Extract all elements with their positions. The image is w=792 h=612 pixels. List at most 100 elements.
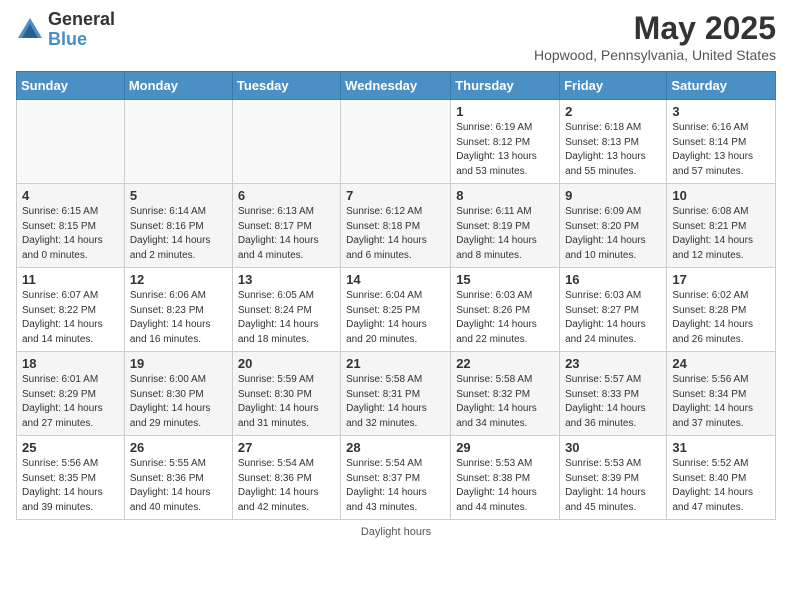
day-info: Sunrise: 6:00 AMSunset: 8:30 PMDaylight:…	[130, 373, 227, 431]
day-number: 30	[565, 440, 661, 455]
calendar-cell: 20Sunrise: 5:59 AMSunset: 8:30 PMDayligh…	[232, 352, 340, 436]
day-info: Sunrise: 6:11 AMSunset: 8:19 PMDaylight:…	[456, 205, 554, 263]
column-header-sunday: Sunday	[17, 72, 125, 100]
calendar-cell: 1Sunrise: 6:19 AMSunset: 8:12 PMDaylight…	[451, 100, 560, 184]
day-info: Sunrise: 6:08 AMSunset: 8:21 PMDaylight:…	[672, 205, 770, 263]
day-info: Sunrise: 6:09 AMSunset: 8:20 PMDaylight:…	[565, 205, 661, 263]
calendar-cell: 11 Sunrise: 6:07 AMSunset: 8:22 PMDayligh…	[17, 268, 125, 352]
day-number: 18	[22, 356, 119, 371]
calendar-cell	[17, 100, 125, 184]
day-number: 13	[238, 272, 335, 287]
day-number: 10	[672, 188, 770, 203]
calendar-cell: 12 Sunrise: 6:06 AMSunset: 8:23 PMDayligh…	[124, 268, 232, 352]
day-info: Sunrise: 6:04 AMSunset: 8:25 PMDaylight:…	[346, 289, 445, 347]
day-info: Sunrise: 6:07 AMSunset: 8:22 PMDaylight:…	[22, 289, 119, 347]
column-header-thursday: Thursday	[451, 72, 560, 100]
logo-line1: General	[48, 10, 115, 30]
day-info: Sunrise: 5:58 AMSunset: 8:32 PMDaylight:…	[456, 373, 554, 431]
calendar-cell: 8 Sunrise: 6:11 AMSunset: 8:19 PMDaylight…	[451, 184, 560, 268]
calendar-week-2: 4 Sunrise: 6:15 AMSunset: 8:15 PMDaylight…	[17, 184, 776, 268]
calendar-week-4: 18 Sunrise: 6:01 AMSunset: 8:29 PMDayligh…	[17, 352, 776, 436]
day-info: Sunrise: 5:53 AMSunset: 8:39 PMDaylight:…	[565, 457, 661, 515]
day-info: Sunrise: 6:03 AMSunset: 8:27 PMDaylight:…	[565, 289, 661, 347]
day-number: 21	[346, 356, 445, 371]
day-number: 11	[22, 272, 119, 287]
calendar-cell: 19 Sunrise: 6:00 AMSunset: 8:30 PMDayligh…	[124, 352, 232, 436]
logo-text: General Blue	[48, 10, 115, 50]
day-info: Sunrise: 5:54 AMSunset: 8:37 PMDaylight:…	[346, 457, 445, 515]
calendar-cell: 29Sunrise: 5:53 AMSunset: 8:38 PMDayligh…	[451, 436, 560, 520]
calendar-cell: 15Sunrise: 6:03 AMSunset: 8:26 PMDayligh…	[451, 268, 560, 352]
day-number: 24	[672, 356, 770, 371]
day-number: 7	[346, 188, 445, 203]
logo: General Blue	[16, 10, 115, 50]
day-number: 5	[130, 188, 227, 203]
day-number: 23	[565, 356, 661, 371]
footer-note: Daylight hours	[16, 526, 776, 538]
calendar-cell: 30 Sunrise: 5:53 AMSunset: 8:39 PMDayligh…	[560, 436, 667, 520]
day-info: Sunrise: 5:56 AMSunset: 8:35 PMDaylight:…	[22, 457, 119, 515]
page: General Blue May 2025 Hopwood, Pennsylva…	[0, 0, 792, 554]
calendar-cell: 4 Sunrise: 6:15 AMSunset: 8:15 PMDaylight…	[17, 184, 125, 268]
column-header-wednesday: Wednesday	[341, 72, 451, 100]
day-info: Sunrise: 6:14 AMSunset: 8:16 PMDaylight:…	[130, 205, 227, 263]
day-number: 26	[130, 440, 227, 455]
calendar-week-3: 11 Sunrise: 6:07 AMSunset: 8:22 PMDayligh…	[17, 268, 776, 352]
title-block: May 2025 Hopwood, Pennsylvania, United S…	[534, 10, 776, 63]
day-number: 9	[565, 188, 661, 203]
calendar-cell: 3Sunrise: 6:16 AMSunset: 8:14 PMDaylight…	[667, 100, 776, 184]
calendar-cell: 2Sunrise: 6:18 AMSunset: 8:13 PMDaylight…	[560, 100, 667, 184]
calendar-cell	[124, 100, 232, 184]
day-info: Sunrise: 5:52 AMSunset: 8:40 PMDaylight:…	[672, 457, 770, 515]
calendar-cell: 16 Sunrise: 6:03 AMSunset: 8:27 PMDayligh…	[560, 268, 667, 352]
calendar-cell: 24 Sunrise: 5:56 AMSunset: 8:34 PMDayligh…	[667, 352, 776, 436]
calendar-cell: 18 Sunrise: 6:01 AMSunset: 8:29 PMDayligh…	[17, 352, 125, 436]
logo-icon	[16, 16, 44, 44]
day-number: 4	[22, 188, 119, 203]
day-info: Sunrise: 6:12 AMSunset: 8:18 PMDaylight:…	[346, 205, 445, 263]
day-number: 14	[346, 272, 445, 287]
calendar-table: SundayMondayTuesdayWednesdayThursdayFrid…	[16, 71, 776, 520]
calendar-cell: 10 Sunrise: 6:08 AMSunset: 8:21 PMDayligh…	[667, 184, 776, 268]
day-number: 22	[456, 356, 554, 371]
day-number: 3	[672, 104, 770, 119]
calendar-week-5: 25 Sunrise: 5:56 AMSunset: 8:35 PMDayligh…	[17, 436, 776, 520]
day-number: 27	[238, 440, 335, 455]
day-info: Sunrise: 6:13 AMSunset: 8:17 PMDaylight:…	[238, 205, 335, 263]
main-title: May 2025	[534, 10, 776, 47]
calendar-cell: 27 Sunrise: 5:54 AMSunset: 8:36 PMDayligh…	[232, 436, 340, 520]
day-info: Sunrise: 6:01 AMSunset: 8:29 PMDaylight:…	[22, 373, 119, 431]
day-number: 8	[456, 188, 554, 203]
day-info: Sunrise: 5:56 AMSunset: 8:34 PMDaylight:…	[672, 373, 770, 431]
day-number: 19	[130, 356, 227, 371]
calendar-cell: 25 Sunrise: 5:56 AMSunset: 8:35 PMDayligh…	[17, 436, 125, 520]
subtitle: Hopwood, Pennsylvania, United States	[534, 47, 776, 63]
day-info: Sunrise: 6:15 AMSunset: 8:15 PMDaylight:…	[22, 205, 119, 263]
day-info: Sunrise: 5:58 AMSunset: 8:31 PMDaylight:…	[346, 373, 445, 431]
logo-line2: Blue	[48, 30, 115, 50]
calendar-header-row: SundayMondayTuesdayWednesdayThursdayFrid…	[17, 72, 776, 100]
column-header-saturday: Saturday	[667, 72, 776, 100]
day-info: Sunrise: 6:02 AMSunset: 8:28 PMDaylight:…	[672, 289, 770, 347]
day-number: 28	[346, 440, 445, 455]
calendar-cell: 26 Sunrise: 5:55 AMSunset: 8:36 PMDayligh…	[124, 436, 232, 520]
day-info: Sunrise: 6:06 AMSunset: 8:23 PMDaylight:…	[130, 289, 227, 347]
day-number: 25	[22, 440, 119, 455]
day-number: 29	[456, 440, 554, 455]
day-number: 6	[238, 188, 335, 203]
calendar-cell: 5 Sunrise: 6:14 AMSunset: 8:16 PMDaylight…	[124, 184, 232, 268]
day-number: 16	[565, 272, 661, 287]
day-info: Sunrise: 6:19 AMSunset: 8:12 PMDaylight:…	[456, 121, 554, 179]
calendar-cell: 28 Sunrise: 5:54 AMSunset: 8:37 PMDayligh…	[341, 436, 451, 520]
column-header-friday: Friday	[560, 72, 667, 100]
day-number: 2	[565, 104, 661, 119]
day-info: Sunrise: 6:03 AMSunset: 8:26 PMDaylight:…	[456, 289, 554, 347]
day-info: Sunrise: 6:05 AMSunset: 8:24 PMDaylight:…	[238, 289, 335, 347]
column-header-monday: Monday	[124, 72, 232, 100]
day-info: Sunrise: 5:54 AMSunset: 8:36 PMDaylight:…	[238, 457, 335, 515]
calendar-cell	[341, 100, 451, 184]
day-info: Sunrise: 5:55 AMSunset: 8:36 PMDaylight:…	[130, 457, 227, 515]
day-info: Sunrise: 5:57 AMSunset: 8:33 PMDaylight:…	[565, 373, 661, 431]
calendar-cell: 13 Sunrise: 6:05 AMSunset: 8:24 PMDayligh…	[232, 268, 340, 352]
day-number: 12	[130, 272, 227, 287]
